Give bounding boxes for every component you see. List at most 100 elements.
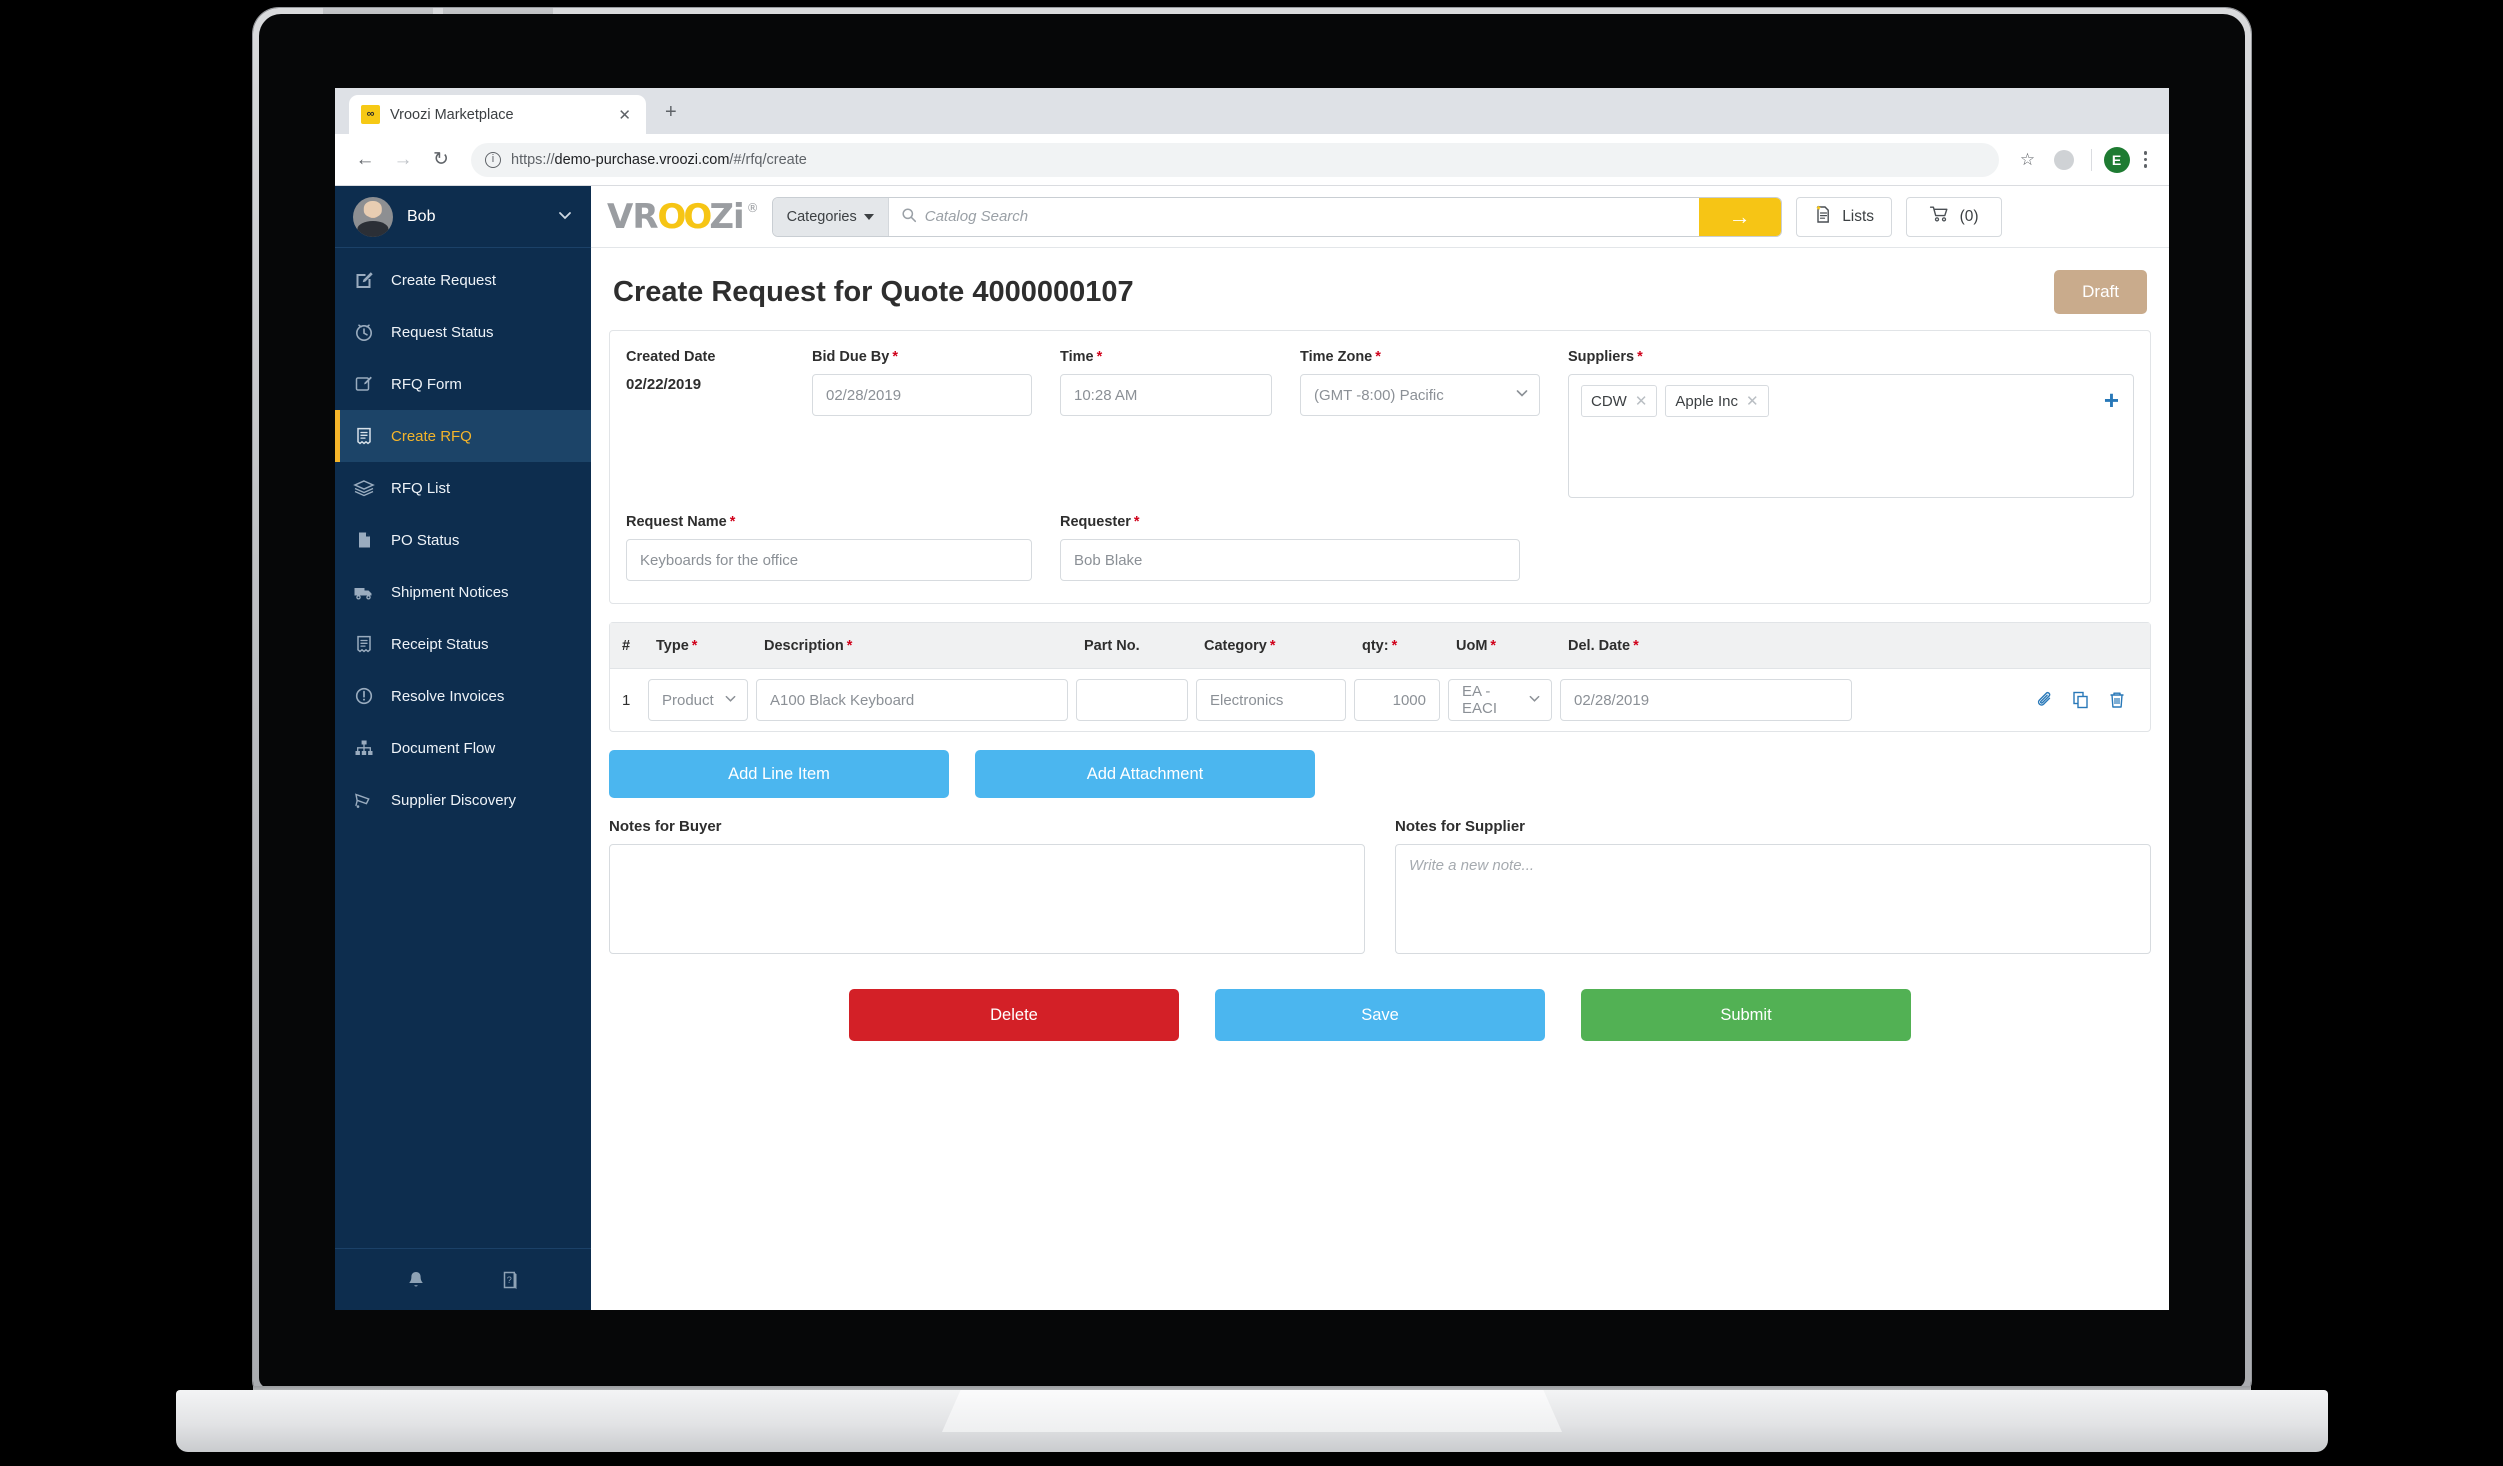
sidebar-item-shipment-notices[interactable]: Shipment Notices bbox=[335, 566, 591, 618]
sidebar-item-request-status[interactable]: Request Status bbox=[335, 306, 591, 358]
extension-icon[interactable] bbox=[2049, 145, 2079, 175]
part-no-input[interactable] bbox=[1076, 679, 1188, 721]
bid-due-by-input[interactable] bbox=[812, 374, 1032, 416]
requester-input[interactable] bbox=[1060, 539, 1520, 581]
submit-button[interactable]: Submit bbox=[1581, 989, 1911, 1041]
lists-button[interactable]: Lists bbox=[1795, 196, 1892, 237]
type-select[interactable]: Product bbox=[648, 679, 748, 721]
chevron-down-icon[interactable] bbox=[557, 207, 573, 226]
sidebar-item-label: Supplier Discovery bbox=[391, 791, 517, 809]
new-tab-button[interactable]: + bbox=[665, 102, 677, 122]
search-submit-button[interactable]: → bbox=[1698, 197, 1781, 236]
add-line-item-button[interactable]: Add Line Item bbox=[609, 750, 949, 798]
description-input[interactable] bbox=[756, 679, 1068, 721]
column-header-qty: qty: * bbox=[1362, 637, 1398, 654]
reload-icon[interactable]: ↻ bbox=[425, 144, 457, 176]
document-icon bbox=[353, 529, 375, 551]
column-header-type: Type * bbox=[656, 637, 698, 654]
sidebar: Bob Create Request Request Status RFQ Fo… bbox=[335, 186, 591, 1310]
toolbar-divider bbox=[2090, 148, 2092, 171]
sidebar-user[interactable]: Bob bbox=[335, 186, 591, 248]
sidebar-item-label: Shipment Notices bbox=[391, 583, 509, 601]
sidebar-item-supplier-discovery[interactable]: Supplier Discovery bbox=[335, 774, 591, 826]
close-icon[interactable]: ✕ bbox=[615, 106, 634, 124]
cart-discovery-icon bbox=[353, 789, 375, 811]
sidebar-item-document-flow[interactable]: Document Flow bbox=[335, 722, 591, 774]
categories-dropdown[interactable]: Categories bbox=[772, 197, 889, 236]
cart-button[interactable]: (0) bbox=[1905, 196, 2002, 237]
save-button[interactable]: Save bbox=[1215, 989, 1545, 1041]
logo-part-oo: OO bbox=[657, 196, 713, 237]
row-category-cell bbox=[1196, 679, 1354, 721]
vroozi-logo[interactable]: VR OO Zi ® bbox=[607, 196, 759, 237]
profile-avatar[interactable]: E bbox=[2103, 146, 2130, 173]
remove-icon[interactable]: ✕ bbox=[1746, 392, 1759, 410]
request-name-input[interactable] bbox=[626, 539, 1032, 581]
time-zone-value: (GMT -8:00) Pacific bbox=[1314, 386, 1444, 404]
receipt-icon bbox=[353, 425, 375, 447]
uom-select[interactable]: EA - EACI bbox=[1448, 679, 1552, 721]
request-name-label: Request Name * bbox=[626, 514, 736, 530]
field-time: Time * bbox=[1060, 349, 1300, 498]
time-zone-label: Time Zone * bbox=[1300, 349, 1381, 365]
address-bar[interactable]: i https://demo-purchase.vroozi.com/#/rfq… bbox=[471, 142, 1999, 177]
notes-supplier-label: Notes for Supplier bbox=[1395, 818, 1526, 835]
remove-icon[interactable]: ✕ bbox=[1635, 392, 1648, 410]
lists-label: Lists bbox=[1842, 207, 1875, 225]
notes-supplier-textarea[interactable] bbox=[1395, 844, 2151, 954]
page-title: Create Request for Quote 4000000107 bbox=[613, 275, 1134, 308]
copy-icon[interactable] bbox=[2068, 687, 2094, 713]
supplier-chip[interactable]: CDW ✕ bbox=[1581, 385, 1658, 417]
sidebar-item-rfq-form[interactable]: RFQ Form bbox=[335, 358, 591, 410]
paperclip-icon[interactable] bbox=[2032, 687, 2058, 713]
notes-buyer-textarea[interactable] bbox=[609, 844, 1365, 954]
screenshot-stage: ∞ Vroozi Marketplace ✕ + ← → ↻ i https:/… bbox=[0, 0, 2503, 1466]
qty-input[interactable] bbox=[1354, 679, 1440, 721]
back-icon[interactable]: ← bbox=[349, 144, 381, 176]
vroozi-favicon-icon: ∞ bbox=[361, 105, 380, 124]
row-description-cell bbox=[756, 679, 1076, 721]
supplier-chip[interactable]: Apple Inc ✕ bbox=[1665, 385, 1769, 417]
stack-icon bbox=[353, 477, 375, 499]
browser-tab[interactable]: ∞ Vroozi Marketplace ✕ bbox=[349, 95, 646, 134]
delete-button[interactable]: Delete bbox=[849, 989, 1179, 1041]
browser-menu-icon[interactable] bbox=[2136, 151, 2156, 168]
bid-due-by-label: Bid Due By * bbox=[812, 349, 898, 365]
column-header-uom: UoM * bbox=[1456, 637, 1497, 654]
add-supplier-icon[interactable]: + bbox=[2104, 387, 2119, 413]
create-request-icon bbox=[353, 269, 375, 291]
page-header: Create Request for Quote 4000000107 Draf… bbox=[609, 248, 2151, 330]
sidebar-item-label: PO Status bbox=[391, 531, 460, 549]
sidebar-item-label: Document Flow bbox=[391, 739, 496, 757]
forward-icon[interactable]: → bbox=[387, 144, 419, 176]
time-input[interactable] bbox=[1060, 374, 1272, 416]
suppliers-box[interactable]: CDW ✕ Apple Inc ✕ + bbox=[1568, 374, 2134, 498]
required-indicator: * bbox=[1133, 514, 1140, 530]
sidebar-item-rfq-list[interactable]: RFQ List bbox=[335, 462, 591, 514]
sidebar-item-resolve-invoices[interactable]: Resolve Invoices bbox=[335, 670, 591, 722]
column-header-description: Description * bbox=[764, 637, 853, 654]
uom-value: EA - EACI bbox=[1462, 683, 1498, 717]
search-input[interactable] bbox=[924, 208, 1699, 225]
sidebar-item-receipt-status[interactable]: Receipt Status bbox=[335, 618, 591, 670]
help-book-icon[interactable]: ? bbox=[498, 1268, 522, 1292]
sidebar-item-po-status[interactable]: PO Status bbox=[335, 514, 591, 566]
sidebar-item-create-request[interactable]: Create Request bbox=[335, 254, 591, 306]
sidebar-item-label: Create RFQ bbox=[391, 427, 472, 445]
time-zone-select[interactable]: (GMT -8:00) Pacific bbox=[1300, 374, 1540, 416]
required-indicator: * bbox=[1637, 349, 1643, 365]
url-path: /#/rfq/create bbox=[729, 151, 807, 168]
bookmark-star-icon[interactable]: ☆ bbox=[2013, 145, 2043, 175]
site-info-icon[interactable]: i bbox=[485, 151, 501, 168]
laptop-base bbox=[176, 1390, 2328, 1452]
rfq-header-form: Created Date 02/22/2019 Bid Due By* Time… bbox=[609, 330, 2151, 604]
sidebar-user-name: Bob bbox=[407, 207, 436, 225]
del-date-input[interactable] bbox=[1560, 679, 1852, 721]
sidebar-footer: ? bbox=[335, 1248, 591, 1310]
chevron-down-icon bbox=[1528, 692, 1541, 709]
sidebar-item-create-rfq[interactable]: Create RFQ bbox=[335, 410, 591, 462]
add-attachment-button[interactable]: Add Attachment bbox=[975, 750, 1315, 798]
bell-icon[interactable] bbox=[404, 1268, 428, 1292]
trash-icon[interactable] bbox=[2104, 687, 2130, 713]
category-input[interactable] bbox=[1196, 679, 1346, 721]
